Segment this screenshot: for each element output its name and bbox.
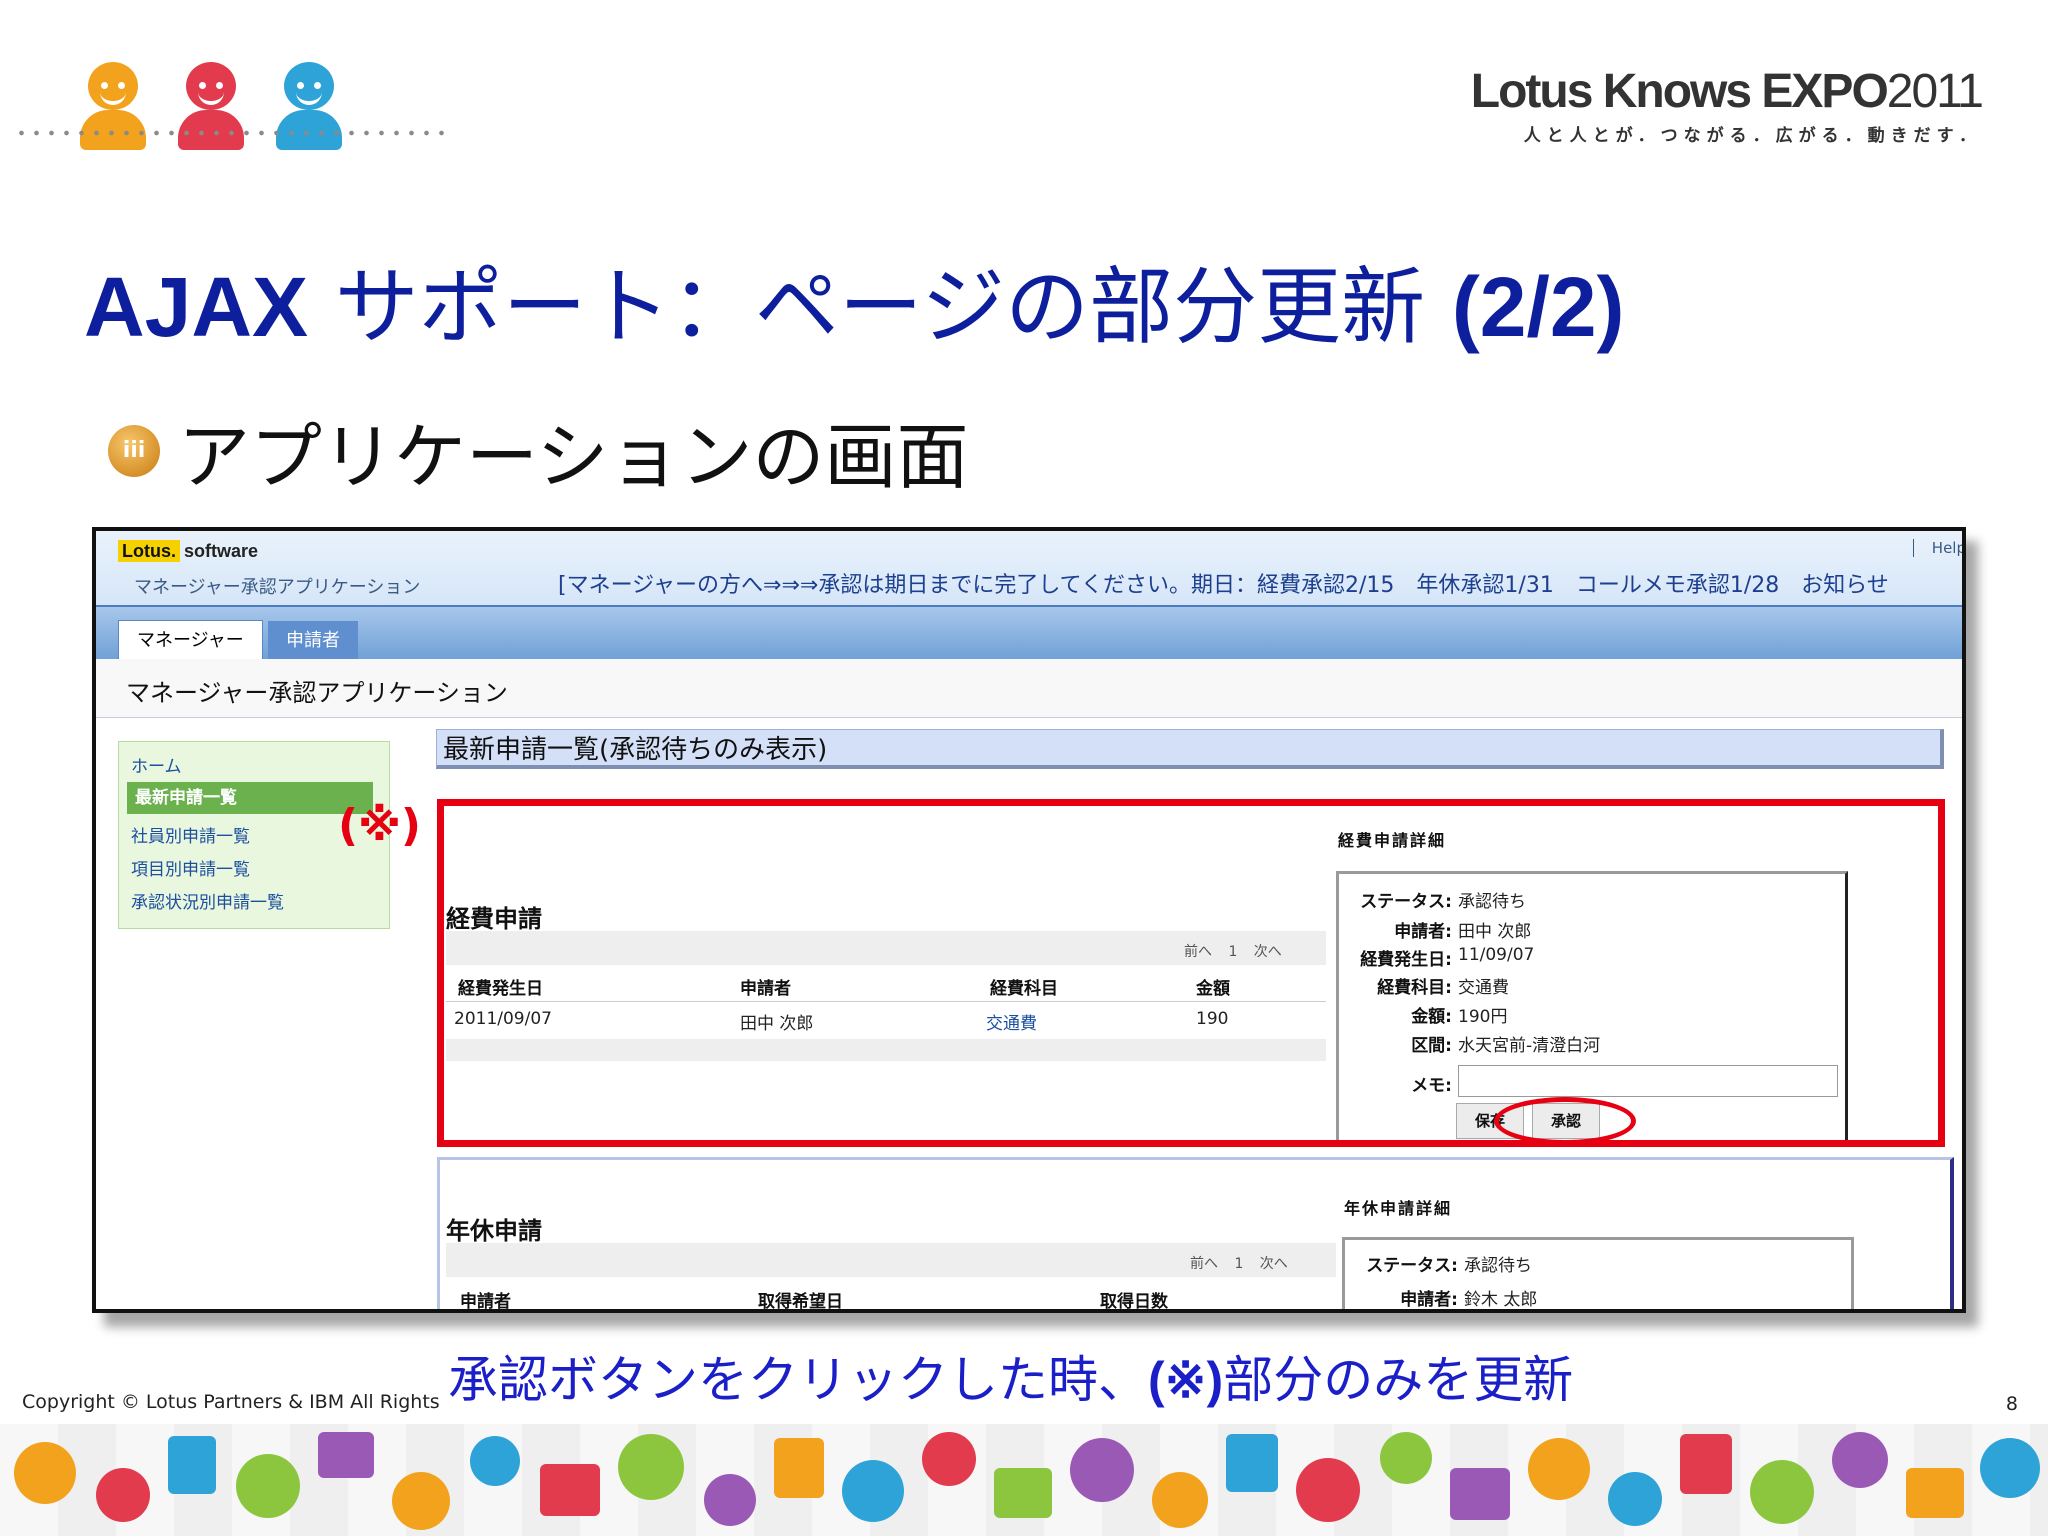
- bullet-row: iii アプリケーションの画面: [108, 398, 969, 503]
- list-title: 最新申請一覧(承認待ちのみ表示): [436, 729, 1944, 769]
- tab-applicant[interactable]: 申請者: [268, 621, 358, 661]
- expo-logo: Lotus Knows EXPO2011 人と人とが．つながる．広がる．動きだす…: [1470, 64, 1984, 146]
- lotus-software-logo: Lotus. software: [118, 540, 259, 562]
- bullet-icon: iii: [108, 424, 160, 477]
- leave-col-days[interactable]: 取得日数: [1100, 1287, 1168, 1309]
- page-number: 8: [2005, 1393, 2018, 1415]
- leave-detail-value-applicant: 鈴木 太郎: [1464, 1290, 1538, 1310]
- sidebar-item-by-employee[interactable]: 社員別申請一覧: [131, 822, 250, 847]
- sidebar-item-latest[interactable]: 最新申請一覧: [127, 782, 373, 814]
- page-subtitle: マネージャー承認アプリケーション: [126, 679, 508, 707]
- sidebar-item-by-status[interactable]: 承認状況別申請一覧: [131, 888, 284, 913]
- tab-manager[interactable]: マネージャー: [118, 620, 263, 661]
- leave-detail-title: 年休申請詳細: [1344, 1199, 1453, 1218]
- app-header: Lotus. software マネージャー承認アプリケーション Help [マネ…: [96, 531, 1962, 605]
- expo-brand: Lotus Knows EXPO: [1470, 65, 1889, 118]
- leave-section-label: 年休申請: [446, 1217, 542, 1245]
- expo-year: 2011: [1886, 65, 1984, 118]
- leave-col-date[interactable]: 取得希望日: [758, 1287, 843, 1309]
- caption-part-b: (※): [1148, 1352, 1224, 1408]
- slide-title: AJAX サポート：ページの部分更新 (2/2): [84, 240, 1625, 361]
- dotted-divider: [14, 128, 454, 138]
- slide-title-latin: AJAX: [84, 260, 309, 354]
- app-screenshot: Lotus. software マネージャー承認アプリケーション Help [マネ…: [92, 527, 1966, 1313]
- slide-title-jp: サポート：ページの部分更新: [308, 258, 1452, 356]
- leave-detail-label-status: ステータス:: [1366, 1256, 1458, 1276]
- footer-illustration-pattern: [0, 1424, 2048, 1536]
- tab-bar: マネージャー 申請者: [96, 605, 1962, 661]
- leave-detail-value-status: 承認待ち: [1464, 1256, 1532, 1276]
- app-name-small: マネージャー承認アプリケーション: [134, 577, 421, 598]
- leave-pager[interactable]: 前へ 1 次へ: [1190, 1253, 1288, 1273]
- slide-caption: 承認ボタンをクリックした時、(※)部分のみを更新: [448, 1340, 1573, 1412]
- software-logo-text: software: [184, 541, 259, 561]
- copyright: Copyright © Lotus Partners & IBM All Rig…: [22, 1391, 440, 1413]
- notice-banner: [マネージャーの方へ⇒⇒⇒承認は期日までに完了してください。期日：経費承認2/1…: [558, 573, 1889, 598]
- page-subtitle-bar: マネージャー承認アプリケーション: [96, 659, 1962, 718]
- help-link[interactable]: Help: [1912, 539, 1962, 557]
- update-region-highlight: [437, 799, 1945, 1147]
- update-region-marker: (※): [338, 800, 421, 851]
- sidebar-item-by-category[interactable]: 項目別申請一覧: [131, 855, 250, 880]
- sidebar-item-home[interactable]: ホーム: [131, 752, 182, 777]
- leave-col-applicant[interactable]: 申請者: [460, 1287, 511, 1309]
- bullet-text: アプリケーションの画面: [178, 415, 969, 499]
- caption-part-c: 部分のみを更新: [1223, 1351, 1574, 1409]
- lotus-logo-text: Lotus.: [118, 540, 180, 562]
- expo-tagline: 人と人とが．つながる．広がる．動きだす．: [1523, 126, 1982, 146]
- approve-button-highlight: [1494, 1097, 1636, 1145]
- caption-part-a: 承認ボタンをクリックした時、: [448, 1351, 1148, 1409]
- slide-title-suffix: (2/2): [1451, 260, 1625, 354]
- leave-detail-label-applicant: 申請者:: [1400, 1290, 1458, 1310]
